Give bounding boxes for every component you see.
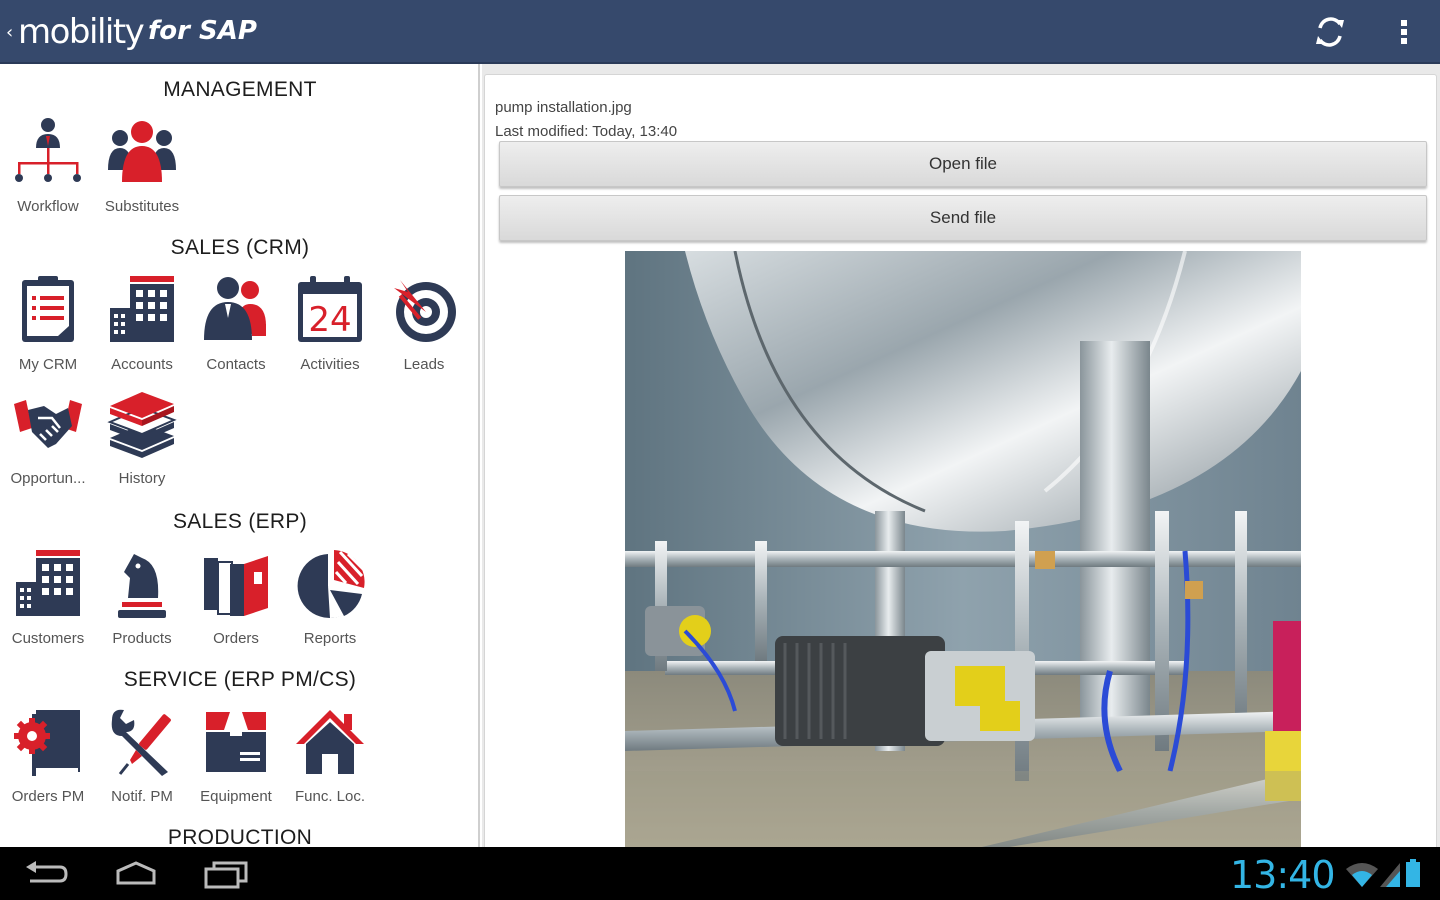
people-icon bbox=[108, 121, 176, 182]
tile-equipment[interactable]: Equipment bbox=[188, 706, 284, 816]
tile-label: Reports bbox=[303, 630, 357, 647]
tile-accounts[interactable]: Accounts bbox=[94, 274, 190, 384]
tile-label: Leads bbox=[403, 356, 445, 373]
clock: 13:40 bbox=[1230, 853, 1336, 897]
binders-icon bbox=[204, 556, 268, 616]
tile-label: Orders bbox=[213, 630, 259, 647]
section-title-sales-crm: SALES (CRM) bbox=[170, 236, 310, 259]
tile-label: History bbox=[118, 470, 166, 487]
tile-opportunities[interactable]: Opportun... bbox=[0, 388, 96, 498]
calendar-day: 24 bbox=[308, 300, 351, 340]
chess-knight-icon bbox=[118, 554, 166, 618]
section-title-management: MANAGEMENT bbox=[163, 78, 317, 101]
module-menu: MANAGEMENT Workflow Substitutes SALES (C… bbox=[0, 64, 480, 847]
calendar-icon: 24 bbox=[298, 276, 362, 342]
recent-apps-icon[interactable] bbox=[200, 859, 252, 889]
contacts-icon bbox=[204, 277, 266, 340]
tile-leads[interactable]: Leads bbox=[376, 274, 472, 384]
open-file-button[interactable]: Open file bbox=[499, 141, 1427, 187]
section-title-service: SERVICE (ERP PM/CS) bbox=[123, 668, 357, 691]
org-chart-icon bbox=[15, 118, 81, 182]
section-title-production: PRODUCTION bbox=[167, 826, 313, 847]
back-caret-icon[interactable]: ‹ bbox=[6, 22, 13, 43]
tile-customers[interactable]: Customers bbox=[0, 548, 96, 658]
tile-label: Workflow bbox=[17, 198, 79, 215]
pie-chart-icon bbox=[297, 550, 366, 619]
tile-label: Substitutes bbox=[104, 198, 180, 215]
tile-history[interactable]: History bbox=[94, 388, 190, 498]
tile-func-loc[interactable]: Func. Loc. bbox=[282, 706, 378, 816]
book-stack-icon bbox=[107, 392, 177, 458]
clipboard-icon bbox=[22, 276, 74, 342]
overflow-menu-icon[interactable] bbox=[1392, 14, 1416, 50]
tools-icon bbox=[111, 709, 171, 776]
action-bar: ‹ mobility for SAP bbox=[0, 0, 1440, 64]
refresh-icon[interactable] bbox=[1310, 14, 1350, 50]
tile-reports[interactable]: Reports bbox=[282, 548, 378, 658]
tile-label: Opportun... bbox=[10, 470, 86, 487]
file-last-modified: Last modified: Today, 13:40 bbox=[495, 123, 678, 140]
file-detail-pane: pump installation.jpg Last modified: Tod… bbox=[482, 64, 1440, 854]
app-logo[interactable]: mobility bbox=[18, 12, 145, 52]
app-logo-suffix: for SAP bbox=[148, 16, 257, 46]
tile-orders-pm[interactable]: Orders PM bbox=[0, 706, 96, 816]
tile-label: Products bbox=[112, 630, 172, 647]
gear-book-icon bbox=[14, 710, 80, 776]
tile-notif-pm[interactable]: Notif. PM bbox=[94, 706, 190, 816]
tile-activities[interactable]: 24 Activities bbox=[282, 274, 378, 384]
tile-label: Accounts bbox=[111, 356, 173, 373]
tile-label: Orders PM bbox=[11, 788, 85, 805]
tile-label: Notif. PM bbox=[111, 788, 173, 805]
file-name: pump installation.jpg bbox=[495, 99, 632, 116]
home-icon[interactable] bbox=[110, 859, 162, 889]
signal-icon bbox=[1380, 863, 1400, 887]
tile-label: Customers bbox=[11, 630, 85, 647]
handshake-icon bbox=[14, 400, 82, 448]
box-icon bbox=[206, 712, 266, 772]
tile-label: Func. Loc. bbox=[294, 788, 366, 805]
building-icon bbox=[110, 276, 174, 342]
house-icon bbox=[296, 710, 364, 774]
tile-label: Equipment bbox=[200, 788, 272, 805]
tile-label: My CRM bbox=[18, 356, 78, 373]
system-nav-bar: 13:40 bbox=[0, 847, 1440, 900]
tile-my-crm[interactable]: My CRM bbox=[0, 274, 96, 384]
file-preview-image[interactable] bbox=[625, 251, 1301, 851]
back-icon[interactable] bbox=[20, 859, 72, 889]
section-title-sales-erp: SALES (ERP) bbox=[172, 510, 307, 533]
tile-products[interactable]: Products bbox=[94, 548, 190, 658]
target-icon bbox=[394, 280, 456, 342]
tile-contacts[interactable]: Contacts bbox=[188, 274, 284, 384]
tile-label: Activities bbox=[300, 356, 360, 373]
app-root: ‹ mobility for SAP MANAGEMENT Workflow S… bbox=[0, 0, 1440, 900]
send-file-button[interactable]: Send file bbox=[499, 195, 1427, 241]
tile-orders[interactable]: Orders bbox=[188, 548, 284, 658]
file-card: pump installation.jpg Last modified: Tod… bbox=[484, 74, 1437, 854]
battery-icon bbox=[1406, 859, 1420, 887]
tile-workflow[interactable]: Workflow bbox=[0, 116, 96, 226]
tile-substitutes[interactable]: Substitutes bbox=[94, 116, 190, 226]
building-icon bbox=[16, 550, 80, 616]
wifi-icon bbox=[1346, 863, 1378, 887]
tile-label: Contacts bbox=[206, 356, 266, 373]
